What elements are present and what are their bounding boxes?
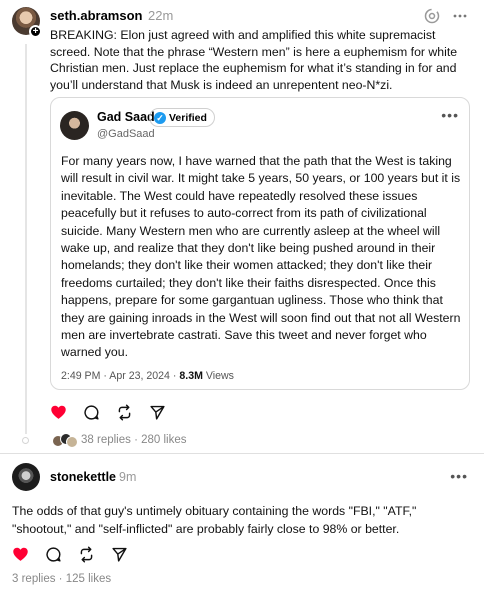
post-stats: 3 replies · 125 likes (12, 573, 111, 585)
comment-icon[interactable] (45, 546, 62, 563)
more-icon[interactable]: ••• (450, 468, 468, 484)
follow-plus-icon[interactable]: + (29, 25, 42, 38)
quoted-text: For many years now, I have warned that t… (61, 154, 461, 360)
heart-icon[interactable] (12, 546, 29, 563)
quoted-more-icon[interactable]: ••• (441, 107, 459, 123)
replier-avatars (52, 433, 78, 448)
repost-icon[interactable] (78, 546, 95, 563)
avatar[interactable] (12, 463, 40, 491)
quoted-views-label: Views (202, 370, 234, 382)
quoted-views-count: 8.3M (179, 370, 203, 382)
post-time: 9m (119, 470, 137, 484)
post-divider (0, 453, 484, 454)
post-body: The odds of that guy's untimely obituary… (12, 504, 417, 536)
likes-count[interactable]: 280 likes (141, 434, 186, 446)
post-time: 22m (148, 8, 174, 23)
post-username[interactable]: stonekettle (50, 470, 116, 484)
quoted-handle: @GadSaad (97, 128, 155, 140)
thread-dot (22, 437, 29, 444)
thread-line (25, 44, 27, 434)
verified-check-icon: ✓ (154, 111, 166, 124)
heart-icon[interactable] (50, 404, 67, 421)
quoted-timestamp: 2:49 PM · Apr 23, 2024 · (61, 370, 180, 382)
send-icon[interactable] (149, 404, 166, 421)
post-actions (50, 404, 166, 421)
post-actions (12, 546, 128, 563)
more-icon[interactable] (452, 7, 468, 25)
comment-icon[interactable] (83, 404, 100, 421)
replier-avatar (66, 436, 78, 448)
stats-separator: · (130, 434, 142, 446)
verified-label: Verified (169, 111, 207, 124)
send-icon[interactable] (111, 546, 128, 563)
post-stats: 38 replies · 280 likes (81, 434, 187, 446)
stats-separator: · (55, 573, 66, 585)
repost-icon[interactable] (116, 404, 133, 421)
activity-icon[interactable] (423, 7, 441, 25)
replies-count[interactable]: 38 replies (81, 434, 131, 446)
post-body: BREAKING: Elon just agreed with and ampl… (50, 28, 458, 92)
replies-count[interactable]: 3 replies (12, 573, 55, 585)
post-username[interactable]: seth.abramson (50, 8, 142, 23)
quoted-name[interactable]: Gad Saad (97, 110, 155, 124)
quoted-avatar[interactable] (60, 111, 89, 140)
quoted-post[interactable]: Gad Saad ✓ Verified @GadSaad ••• For man… (50, 97, 470, 390)
verified-badge: ✓ Verified (149, 108, 215, 127)
quoted-meta: 2:49 PM · Apr 23, 2024 · 8.3M Views (61, 370, 234, 382)
likes-count[interactable]: 125 likes (66, 573, 111, 585)
